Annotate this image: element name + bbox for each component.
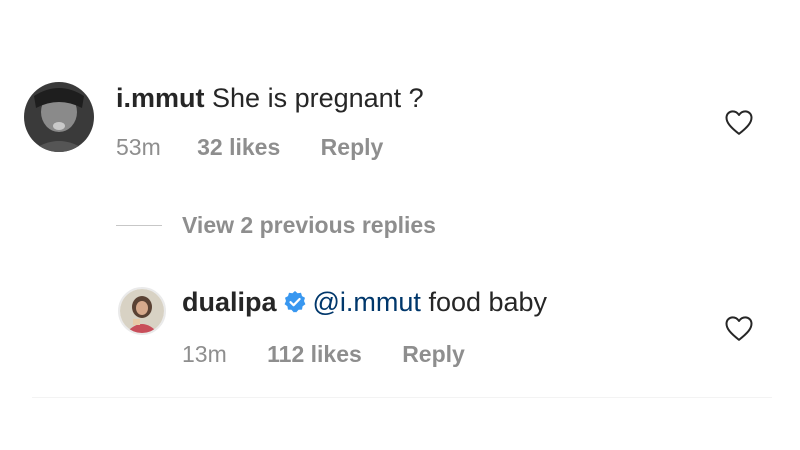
divider: [116, 224, 162, 226]
comment-thread: i.mmut She is pregnant ? 53m 32 likes Re…: [0, 0, 800, 450]
heart-outline-icon[interactable]: [724, 314, 754, 347]
divider: [32, 397, 772, 398]
comment-body: She is pregnant ?: [212, 83, 424, 113]
comment-likes-link[interactable]: 32 likes: [197, 133, 280, 161]
reply-text-line: dualipa @i.mmut food baby: [182, 286, 547, 321]
view-replies-label: View 2 previous replies: [182, 211, 436, 238]
reply-body: food baby: [428, 287, 548, 317]
avatar[interactable]: [24, 82, 94, 152]
reply-mention-link[interactable]: @i.mmut: [313, 287, 421, 317]
reply-username[interactable]: dualipa: [182, 287, 277, 317]
comment-username[interactable]: i.mmut: [116, 83, 205, 113]
reply-timestamp: 13m: [182, 341, 227, 367]
comment-timestamp: 53m: [116, 134, 161, 160]
comment-reply-button[interactable]: Reply: [321, 133, 384, 161]
view-previous-replies[interactable]: View 2 previous replies: [116, 210, 436, 240]
reply-reply-button[interactable]: Reply: [402, 340, 465, 368]
comment-text-line: i.mmut She is pregnant ?: [116, 82, 424, 114]
comment-meta: 53m 32 likes Reply: [116, 133, 383, 161]
verified-badge-icon: [283, 289, 307, 321]
reply-likes-link[interactable]: 112 likes: [267, 340, 362, 368]
avatar[interactable]: [118, 287, 166, 335]
heart-outline-icon[interactable]: [724, 108, 754, 141]
reply-meta: 13m 112 likes Reply: [182, 340, 465, 368]
